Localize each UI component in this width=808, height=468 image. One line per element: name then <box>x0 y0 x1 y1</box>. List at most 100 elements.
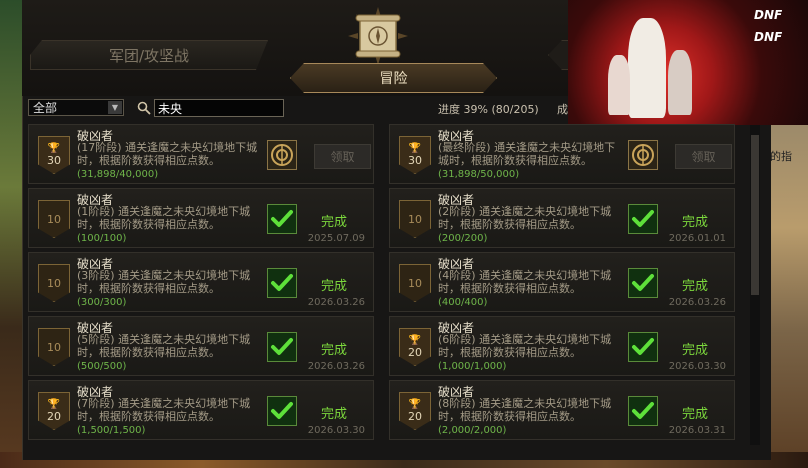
achievement-progress: (400/400) <box>438 297 488 308</box>
completed-label: 完成 <box>682 215 709 230</box>
list-scrollbar[interactable] <box>750 125 760 445</box>
completion-date: 2026.03.31 <box>668 425 726 436</box>
checkmark-icon <box>628 268 658 298</box>
badge-points: 10 <box>47 212 61 226</box>
banner-character <box>608 55 630 115</box>
checkmark-icon <box>267 332 297 362</box>
points-badge: 🏆 30 <box>399 136 431 174</box>
progress-suffix: 成 <box>557 103 568 116</box>
achievement-progress: (200/200) <box>438 233 488 244</box>
tab-adventure[interactable]: 冒险 <box>290 63 497 93</box>
points-badge: 🏆 30 <box>38 136 70 174</box>
achievement-progress: (100/100) <box>77 233 127 244</box>
tab-legion-siege[interactable]: 军团/攻坚战 <box>30 40 268 70</box>
trophy-icon: 🏆 <box>408 398 422 410</box>
progress-value: 39% (80/205) <box>463 103 539 116</box>
progress-readout: 进度 39% (80/205) <box>438 101 539 117</box>
achievement-progress: (1,500/1,500) <box>77 425 146 436</box>
category-select[interactable]: 全部 ▼ <box>28 99 124 116</box>
scrollbar-thumb[interactable] <box>751 135 759 295</box>
promo-banner[interactable]: DNF DNF <box>568 0 808 125</box>
progress-label: 进度 <box>438 103 460 116</box>
achievement-description: (7阶段) 通关逢魔之未央幻境地下城时，根据阶数获得相应点数。 <box>77 397 251 423</box>
completion-date: 2026.03.30 <box>668 361 726 372</box>
achievement-progress: (2,000/2,000) <box>438 425 507 436</box>
banner-character <box>628 18 666 118</box>
achievement-description: (1阶段) 通关逢魔之未央幻境地下城时，根据阶数获得相应点数。 <box>77 205 251 231</box>
scroll-compass-icon <box>348 7 408 65</box>
completed-label: 完成 <box>321 343 348 358</box>
achievement-card: 10 破凶者 (3阶段) 通关逢魔之未央幻境地下城时，根据阶数获得相应点数。 (300… <box>28 252 374 312</box>
checkmark-icon <box>267 268 297 298</box>
tab-legion-siege-label: 军团/攻坚战 <box>108 46 190 65</box>
completed-label: 完成 <box>682 343 709 358</box>
achievement-description: (5阶段) 通关逢魔之未央幻境地下城时，根据阶数获得相应点数。 <box>77 333 251 359</box>
achievement-description: (最终阶段) 通关逢魔之未央幻境地下城时，根据阶数获得相应点数。 <box>438 141 616 167</box>
achievement-progress: (31,898/50,000) <box>438 169 520 180</box>
points-badge: 10 <box>38 200 70 238</box>
search-icon <box>137 101 151 115</box>
reward-emblem-icon <box>267 140 297 170</box>
category-select-value: 全部 <box>33 101 58 115</box>
points-badge: 10 <box>38 328 70 366</box>
search-input[interactable] <box>154 99 284 117</box>
tab-adventure-label: 冒险 <box>379 71 408 87</box>
claim-button-label: 领取 <box>691 150 716 164</box>
achievement-card: 🏆 30 破凶者 (最终阶段) 通关逢魔之未央幻境地下城时，根据阶数获得相应点数。 (3… <box>389 124 735 184</box>
claim-button-label: 领取 <box>330 150 355 164</box>
achievement-card: 🏆 20 破凶者 (8阶段) 通关逢魔之未央幻境地下城时，根据阶数获得相应点数。 (2,… <box>389 380 735 440</box>
badge-points: 10 <box>47 340 61 354</box>
completion-date: 2026.03.26 <box>668 297 726 308</box>
achievement-description: (6阶段) 通关逢魔之未央幻境地下城时，根据阶数获得相应点数。 <box>438 333 612 359</box>
completion-date: 2026.03.26 <box>307 297 365 308</box>
checkmark-icon <box>267 204 297 234</box>
trophy-icon: 🏆 <box>408 334 422 346</box>
badge-points: 20 <box>408 409 422 423</box>
checkmark-icon <box>628 204 658 234</box>
banner-logo: DNF <box>754 8 783 22</box>
completed-label: 完成 <box>321 407 348 422</box>
banner-logo: DNF <box>754 30 783 44</box>
badge-points: 10 <box>408 212 422 226</box>
achievement-card: 🏆 20 破凶者 (7阶段) 通关逢魔之未央幻境地下城时，根据阶数获得相应点数。 (1,… <box>28 380 374 440</box>
completed-label: 完成 <box>321 215 348 230</box>
achievement-progress: (31,898/40,000) <box>77 169 159 180</box>
checkmark-icon <box>267 396 297 426</box>
achievement-card: 10 破凶者 (4阶段) 通关逢魔之未央幻境地下城时，根据阶数获得相应点数。 (400… <box>389 252 735 312</box>
completion-date: 2026.03.26 <box>307 361 365 372</box>
points-badge: 10 <box>38 264 70 302</box>
completed-label: 完成 <box>321 279 348 294</box>
badge-points: 10 <box>408 276 422 290</box>
badge-points: 20 <box>408 345 422 359</box>
points-badge: 🏆 20 <box>399 328 431 366</box>
achievement-description: (3阶段) 通关逢魔之未央幻境地下城时，根据阶数获得相应点数。 <box>77 269 251 295</box>
achievement-card: 🏆 20 破凶者 (6阶段) 通关逢魔之未央幻境地下城时，根据阶数获得相应点数。 (1,… <box>389 316 735 376</box>
points-badge: 🏆 20 <box>399 392 431 430</box>
achievement-progress: (500/500) <box>77 361 127 372</box>
achievement-description: (8阶段) 通关逢魔之未央幻境地下城时，根据阶数获得相应点数。 <box>438 397 612 423</box>
completed-label: 完成 <box>682 279 709 294</box>
achievement-description: (4阶段) 通关逢魔之未央幻境地下城时，根据阶数获得相应点数。 <box>438 269 612 295</box>
side-text: 的指 <box>770 150 792 163</box>
banner-character <box>668 50 692 115</box>
claim-button[interactable]: 领取 <box>314 144 371 169</box>
achievement-progress: (300/300) <box>77 297 127 308</box>
completion-date: 2026.03.30 <box>307 425 365 436</box>
badge-points: 30 <box>408 153 422 167</box>
trophy-icon: 🏆 <box>408 142 422 154</box>
claim-button[interactable]: 领取 <box>675 144 732 169</box>
achievement-card: 10 破凶者 (1阶段) 通关逢魔之未央幻境地下城时，根据阶数获得相应点数。 (100… <box>28 188 374 248</box>
achievement-card: 🏆 30 破凶者 (17阶段) 通关逢魔之未央幻境地下城时，根据阶数获得相应点数。 (3… <box>28 124 374 184</box>
achievement-card: 10 破凶者 (5阶段) 通关逢魔之未央幻境地下城时，根据阶数获得相应点数。 (500… <box>28 316 374 376</box>
points-badge: 10 <box>399 264 431 302</box>
badge-points: 30 <box>47 153 61 167</box>
points-badge: 10 <box>399 200 431 238</box>
completion-date: 2025.07.09 <box>307 233 365 244</box>
badge-points: 20 <box>47 409 61 423</box>
trophy-icon: 🏆 <box>47 398 61 410</box>
chevron-down-icon[interactable]: ▼ <box>108 101 122 114</box>
achievement-card: 10 破凶者 (2阶段) 通关逢魔之未央幻境地下城时，根据阶数获得相应点数。 (200… <box>389 188 735 248</box>
completion-date: 2026.01.01 <box>668 233 726 244</box>
achievement-progress: (1,000/1,000) <box>438 361 507 372</box>
achievement-description: (2阶段) 通关逢魔之未央幻境地下城时，根据阶数获得相应点数。 <box>438 205 612 231</box>
